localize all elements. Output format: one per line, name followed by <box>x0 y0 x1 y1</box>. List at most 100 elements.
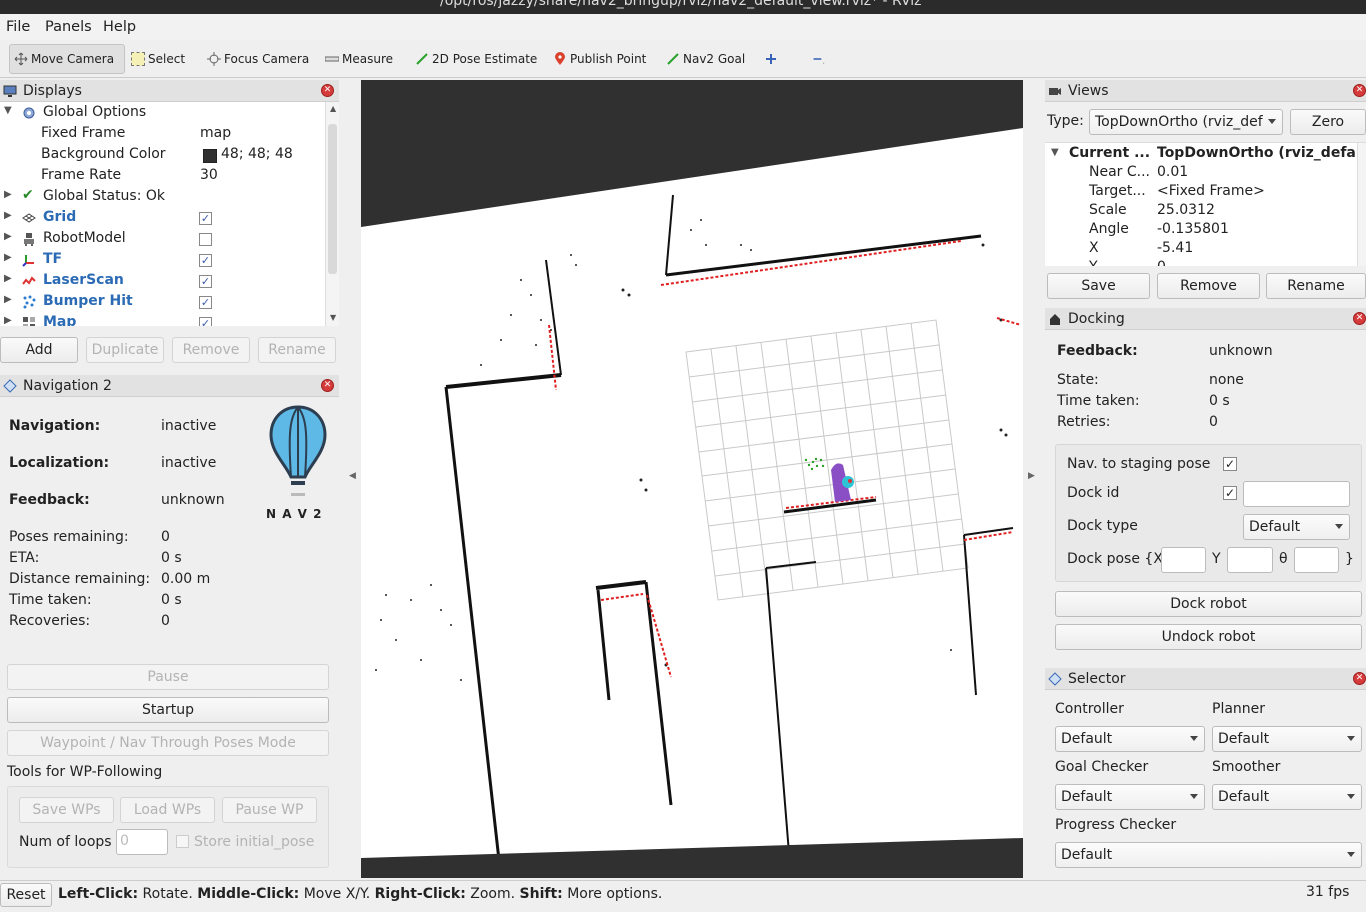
save-view-button[interactable]: Save <box>1047 273 1150 299</box>
tree-row-global-status[interactable]: ▶ ✔ Global Status: Ok <box>0 187 325 208</box>
duplicate-display-button[interactable]: Duplicate <box>86 337 164 363</box>
robotmodel-checkbox[interactable] <box>199 233 212 246</box>
tree-row-laserscan[interactable]: ▶ LaserScan ✓ <box>0 271 325 292</box>
frame-rate-value[interactable]: 30 <box>200 167 218 183</box>
expand-arrow-icon[interactable]: ▶ <box>4 315 12 326</box>
view-type-combo[interactable]: TopDownOrtho (rviz_def <box>1089 109 1283 135</box>
select-tool[interactable]: Select <box>127 44 189 74</box>
fixed-frame-value[interactable]: map <box>200 125 231 141</box>
expand-arrow-icon[interactable]: ▶ <box>4 210 12 221</box>
bumper-hit-checkbox[interactable]: ✓ <box>199 296 212 309</box>
remove-display-button[interactable]: Remove <box>172 337 250 363</box>
dock-id-checkbox[interactable]: ✓ <box>1223 486 1237 500</box>
goal-checker-label: Goal Checker <box>1055 759 1149 775</box>
middle-click-label: Middle-Click: <box>197 886 300 902</box>
expand-arrow-icon[interactable]: ▼ <box>4 105 12 116</box>
scroll-up-icon[interactable]: ▲ <box>330 104 336 113</box>
add-tool-button[interactable] <box>760 44 785 74</box>
measure-tool[interactable]: Measure <box>321 44 397 74</box>
displays-scrollbar[interactable]: ▲ ▼ <box>325 102 339 326</box>
store-pose-checkbox[interactable] <box>176 835 189 848</box>
planner-combo[interactable]: Default <box>1212 726 1362 752</box>
laserscan-checkbox[interactable]: ✓ <box>199 275 212 288</box>
load-wps-button[interactable]: Load WPs <box>120 797 215 823</box>
controller-combo[interactable]: Default <box>1055 726 1205 752</box>
expand-arrow-icon[interactable]: ▶ <box>4 273 12 284</box>
focus-camera-tool[interactable]: Focus Camera <box>203 44 313 74</box>
tree-row-bumper-hit[interactable]: ▶ Bumper Hit ✓ <box>0 292 325 313</box>
rename-view-button[interactable]: Rename <box>1266 273 1366 299</box>
grid-checkbox[interactable]: ✓ <box>199 212 212 225</box>
expand-arrow-icon[interactable]: ▼ <box>1051 147 1059 158</box>
dock-pose-theta-input[interactable] <box>1294 547 1339 573</box>
publish-point-tool[interactable]: Publish Point <box>549 44 650 74</box>
menu-help[interactable]: Help <box>103 19 136 35</box>
add-display-button[interactable]: Add <box>0 337 78 363</box>
scale-value[interactable]: 25.0312 <box>1157 202 1215 218</box>
remove-tool-button[interactable] <box>808 44 833 74</box>
scroll-thumb[interactable] <box>328 124 337 274</box>
target-frame-value[interactable]: <Fixed Frame> <box>1157 183 1265 199</box>
reset-button[interactable]: Reset <box>0 883 52 907</box>
fps-counter: 31 fps <box>1306 884 1350 900</box>
move-camera-tool[interactable]: Move Camera <box>9 44 125 74</box>
pose-estimate-label: 2D Pose Estimate <box>432 52 538 66</box>
tf-checkbox[interactable]: ✓ <box>199 254 212 267</box>
tree-row-global-options[interactable]: ▼ Global Options <box>0 103 325 124</box>
dock-type-combo[interactable]: Default <box>1243 514 1350 540</box>
tree-row-grid[interactable]: ▶ Grid ✓ <box>0 208 325 229</box>
scroll-down-icon[interactable]: ▼ <box>330 313 336 322</box>
pause-button[interactable]: Pause <box>7 664 329 690</box>
tree-row-tf[interactable]: ▶ TF ✓ <box>0 250 325 271</box>
menu-panels[interactable]: Panels <box>45 19 92 35</box>
tree-row-background-color[interactable]: Background Color 48; 48; 48 <box>0 145 325 166</box>
smoother-combo[interactable]: Default <box>1212 784 1362 810</box>
expand-arrow-icon[interactable]: ▶ <box>4 231 12 242</box>
goal-checker-combo[interactable]: Default <box>1055 784 1205 810</box>
nav-staging-checkbox[interactable]: ✓ <box>1223 457 1237 471</box>
tree-row-robotmodel[interactable]: ▶ RobotModel <box>0 229 325 250</box>
zero-button[interactable]: Zero <box>1290 109 1366 135</box>
near-clip-value[interactable]: 0.01 <box>1157 164 1188 180</box>
expand-arrow-icon[interactable]: ▶ <box>4 294 12 305</box>
close-icon[interactable]: ✕ <box>1353 672 1366 685</box>
tree-row-frame-rate[interactable]: Frame Rate 30 <box>0 166 325 187</box>
diamond-icon <box>1048 671 1062 686</box>
poses-remaining-value: 0 <box>161 529 170 545</box>
pose-estimate-tool[interactable]: 2D Pose Estimate <box>411 44 541 74</box>
left-splitter-arrow-icon[interactable]: ◀ <box>349 471 356 481</box>
views-scrollbar[interactable] <box>1357 143 1366 266</box>
save-wps-button[interactable]: Save WPs <box>19 797 114 823</box>
tree-row-fixed-frame[interactable]: Fixed Frame map <box>0 124 325 145</box>
right-splitter-arrow-icon[interactable]: ▶ <box>1028 471 1035 481</box>
close-icon[interactable]: ✕ <box>1353 312 1366 325</box>
dock-pose-y-input[interactable] <box>1227 547 1273 573</box>
expand-arrow-icon[interactable]: ▶ <box>4 252 12 263</box>
color-swatch[interactable] <box>203 149 217 163</box>
navigation-label: Navigation: <box>9 418 101 434</box>
waypoint-mode-button[interactable]: Waypoint / Nav Through Poses Mode <box>7 730 329 756</box>
dock-robot-button[interactable]: Dock robot <box>1055 591 1362 617</box>
dock-pose-x-input[interactable] <box>1161 547 1206 573</box>
y-value[interactable]: 0 <box>1157 259 1166 266</box>
pause-wp-button[interactable]: Pause WP <box>222 797 317 823</box>
undock-robot-button[interactable]: Undock robot <box>1055 624 1362 650</box>
x-value[interactable]: -5.41 <box>1157 240 1193 256</box>
expand-arrow-icon[interactable]: ▶ <box>4 189 12 200</box>
tree-row-map[interactable]: ▶ Map ✓ <box>0 313 325 326</box>
nav2-goal-tool[interactable]: Nav2 Goal <box>662 44 749 74</box>
close-icon[interactable]: ✕ <box>321 379 334 392</box>
startup-button[interactable]: Startup <box>7 697 329 723</box>
map-checkbox[interactable]: ✓ <box>199 317 212 326</box>
menu-file[interactable]: File <box>6 19 30 35</box>
close-icon[interactable]: ✕ <box>1353 84 1366 97</box>
background-color-value[interactable]: 48; 48; 48 <box>221 146 293 162</box>
remove-view-button[interactable]: Remove <box>1157 273 1260 299</box>
num-loops-input[interactable]: 0 <box>116 829 168 855</box>
close-icon[interactable]: ✕ <box>321 84 334 97</box>
3d-viewport[interactable] <box>361 80 1023 878</box>
angle-value[interactable]: -0.135801 <box>1157 221 1229 237</box>
rename-display-button[interactable]: Rename <box>258 337 336 363</box>
dock-id-input[interactable] <box>1243 481 1350 507</box>
progress-checker-combo[interactable]: Default <box>1055 842 1362 868</box>
